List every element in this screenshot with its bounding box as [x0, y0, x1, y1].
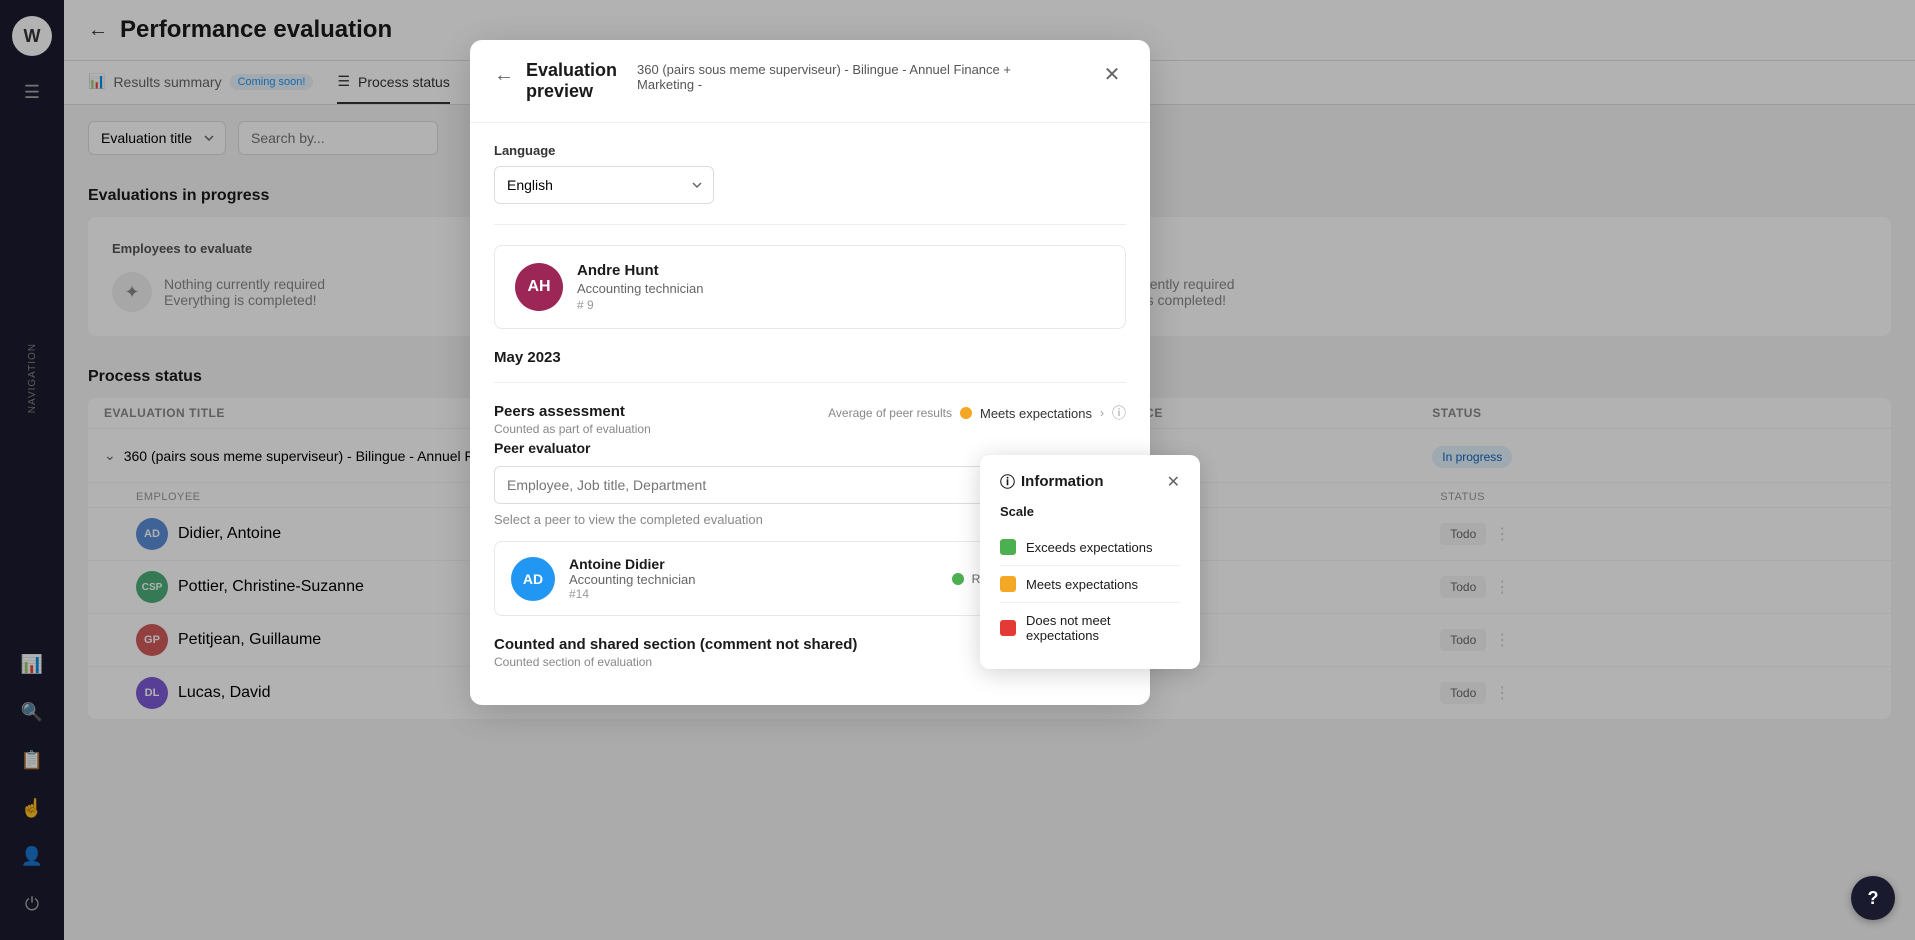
peers-assessment-title: Peers assessment: [494, 403, 651, 420]
modal-subtitle: 360 (pairs sous meme superviseur) - Bili…: [637, 62, 1017, 92]
scale-dot-green-icon: [1000, 539, 1016, 555]
scale-dot-orange-icon: [1000, 576, 1016, 592]
language-select[interactable]: English: [494, 166, 714, 204]
peers-assessment-subtitle: Counted as part of evaluation: [494, 422, 651, 436]
chevron-right-icon: ›: [1100, 406, 1104, 420]
help-button[interactable]: ?: [1851, 876, 1895, 920]
info-icon-peers[interactable]: ⓘ: [1112, 403, 1126, 423]
modal-back-button[interactable]: ←: [494, 64, 514, 87]
person-id: # 9: [577, 298, 703, 312]
scale-item-not-meet: Does not meet expectations: [1000, 602, 1180, 653]
scale-not-meet-label: Does not meet expectations: [1026, 613, 1180, 643]
info-popup: ⓘ Information ✕ Scale Exceeds expectatio…: [980, 455, 1200, 669]
scale-item-meets: Meets expectations: [1000, 565, 1180, 602]
peer-role: Accounting technician: [569, 572, 695, 587]
counted-subtitle: Counted section of evaluation: [494, 655, 857, 669]
info-popup-close-button[interactable]: ✕: [1167, 472, 1180, 492]
dot-orange-icon: [960, 407, 972, 419]
person-role: Accounting technician: [577, 281, 703, 296]
person-card: AH Andre Hunt Accounting technician # 9: [494, 245, 1126, 329]
modal-title: Evaluationpreview: [526, 60, 617, 102]
meets-label: Meets expectations: [980, 406, 1092, 421]
info-popup-title: ⓘ Information: [1000, 471, 1104, 492]
scale-label: Scale: [1000, 504, 1180, 519]
person-avatar: AH: [515, 263, 563, 311]
modal-close-button[interactable]: ✕: [1098, 60, 1126, 88]
peer-avatar: AD: [511, 557, 555, 601]
peer-name: Antoine Didier: [569, 556, 695, 572]
avg-label: Average of peer results: [828, 406, 952, 420]
person-name: Andre Hunt: [577, 262, 703, 279]
language-label: Language: [494, 143, 1126, 158]
scale-dot-red-icon: [1000, 620, 1016, 636]
scale-item-exceeds: Exceeds expectations: [1000, 529, 1180, 565]
scale-meets-label: Meets expectations: [1026, 577, 1138, 592]
modal-header: ← Evaluationpreview 360 (pairs sous meme…: [470, 40, 1150, 123]
peer-evaluator-label: Peer evaluator: [494, 440, 1126, 456]
date-label: May 2023: [494, 349, 1126, 366]
peer-dot-green-icon: [952, 573, 964, 585]
counted-title: Counted and shared section (comment not …: [494, 636, 857, 653]
info-popup-icon: ⓘ: [1000, 471, 1015, 492]
scale-exceeds-label: Exceeds expectations: [1026, 540, 1152, 555]
peer-id: #14: [569, 587, 695, 601]
